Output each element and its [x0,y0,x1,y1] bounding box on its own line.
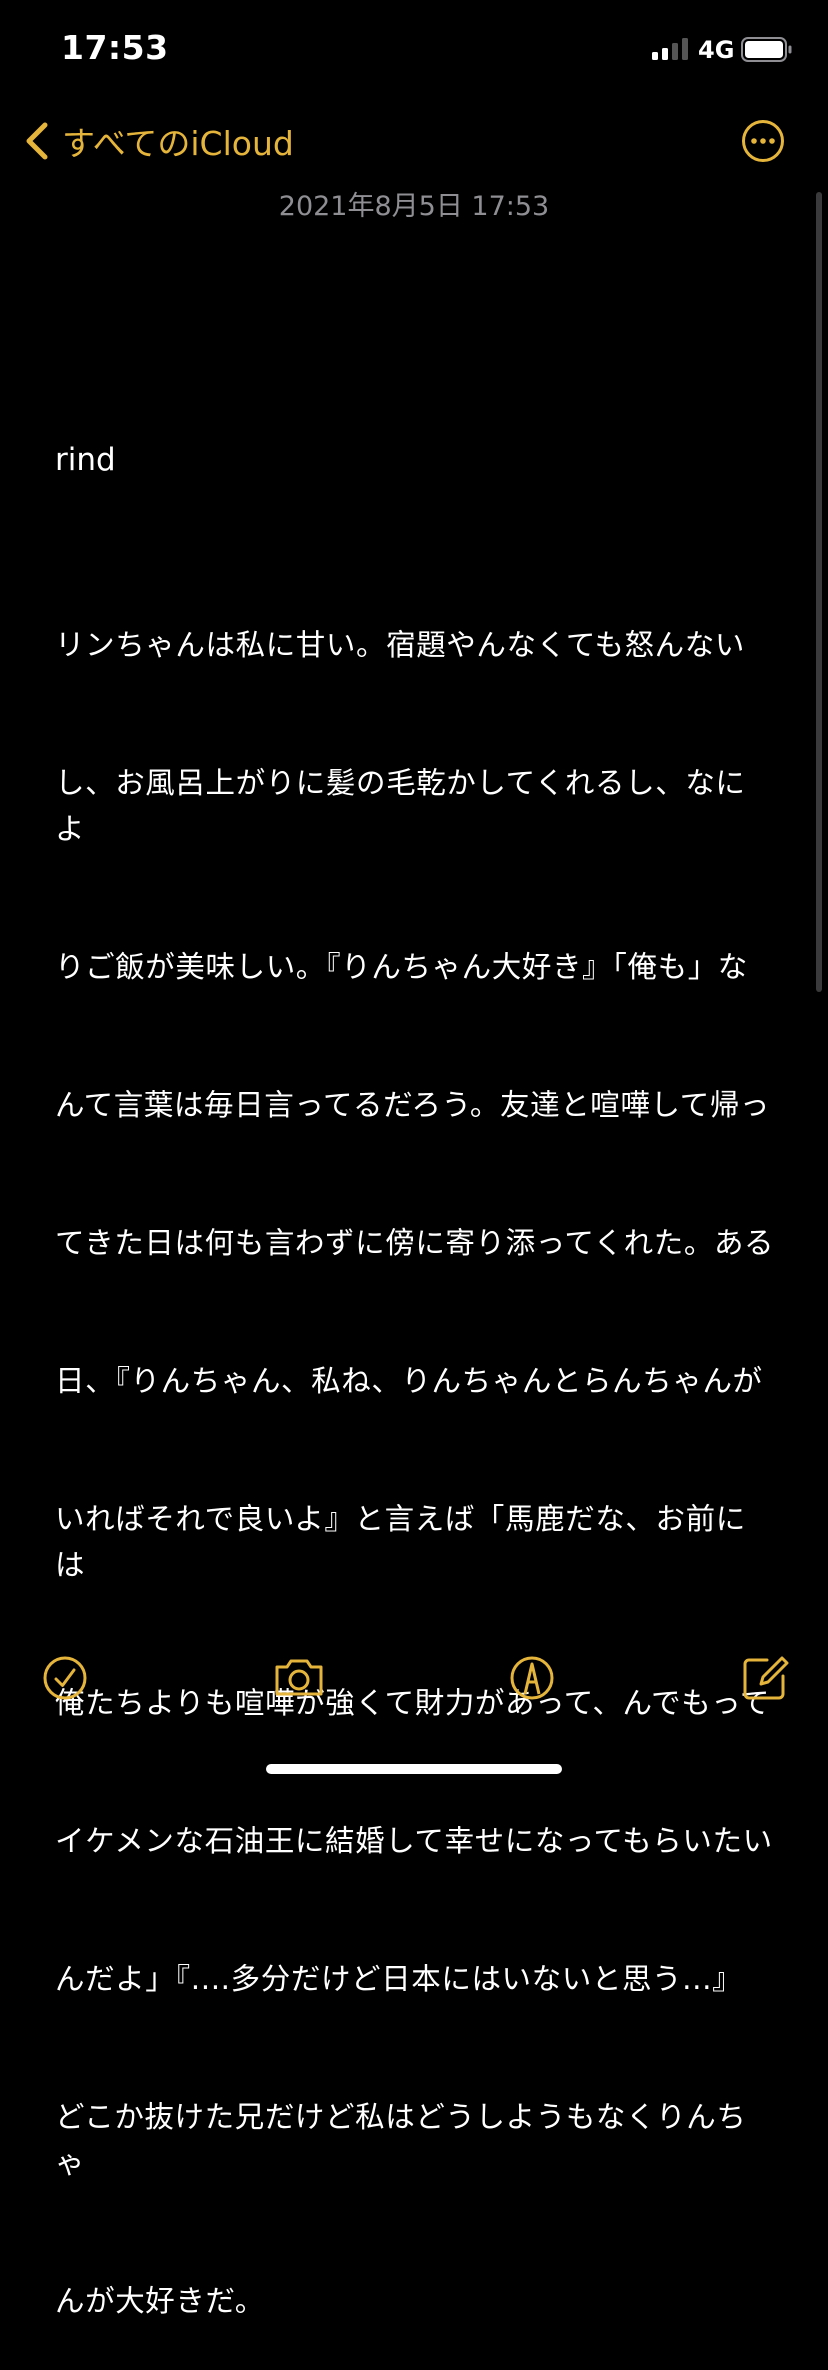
ellipsis-circle-icon[interactable] [741,119,785,163]
camera-button[interactable] [271,1650,327,1706]
note-body-line: んだよ」『....多分だけど日本にはいないと思う...』 [55,1962,743,1996]
bottom-toolbar [0,1650,828,1710]
note-body-line: んて言葉は毎日言ってるだろう。友達と喧嘩して帰っ [55,1088,771,1122]
compose-button[interactable] [737,1650,793,1706]
back-button-label: すべてのiCloud [62,124,294,163]
markup-icon [510,1656,554,1700]
signal-icon [652,38,688,60]
checklist-button[interactable] [37,1650,93,1706]
note-body-line: てきた日は何も言わずに傍に寄り添ってくれた。ある [55,1226,775,1260]
checklist-icon [43,1656,87,1700]
note-body-line: リンちゃんは私に甘い。宿題やんなくても怒んない [55,628,745,662]
back-button[interactable]: すべてのiCloud [24,118,294,164]
note-body-line: いればそれで良いよ』と言えば「馬鹿だな、お前には [55,1502,746,1582]
battery-icon [741,37,792,62]
status-bar: 17:53 4G [0,0,828,100]
note-body-line: りご飯が美味しい。『りんちゃん大好き』「俺も」な [55,950,748,984]
markup-button[interactable] [504,1650,560,1706]
compose-icon [743,1656,789,1700]
note-body-line: んが大好きだ。 [55,2284,265,2318]
scroll-indicator[interactable] [816,192,822,992]
chevron-left-icon [26,122,48,160]
note-body-line: どこか抜けた兄だけど私はどうしようもなくりんちゃ [55,2100,747,2180]
camera-icon [275,1659,323,1696]
network-label: 4G [698,36,735,64]
note-date: 2021年8月5日 17:53 [278,191,550,222]
home-indicator[interactable] [266,1764,562,1774]
note-body-line: し、お風呂上がりに髪の毛乾かしてくれるし、なによ [55,766,746,846]
status-time: 17:53 [61,28,169,67]
note-body-line: 日、『りんちゃん、私ね、りんちゃんとらんちゃんが [55,1364,763,1398]
note-body[interactable]: リンちゃんは私に甘い。宿題やんなくても怒んない し、お風呂上がりに髪の毛乾かして… [55,530,775,2370]
note-title[interactable]: rind [55,442,116,478]
note-body-line: イケメンな石油王に結婚して幸せになってもらいたい [55,1824,773,1858]
